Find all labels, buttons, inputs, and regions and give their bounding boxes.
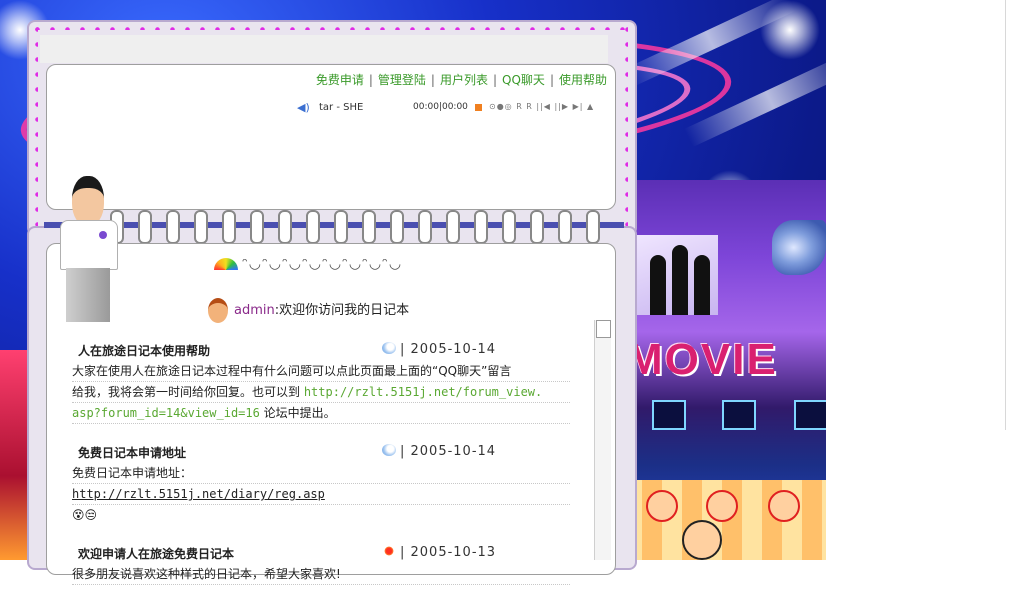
window-edge — [1005, 0, 1011, 430]
header-card: 免费申请 | 管理登陆 | 用户列表 | QQ聊天 | 使用帮助 ◀) tar - SHE 00… — [46, 64, 616, 210]
character-icon — [706, 490, 738, 522]
left-building-graphic — [0, 350, 30, 560]
post-text: 论坛中提出。 — [259, 406, 336, 420]
forum-link-continued[interactable]: asp?forum_id=14&view_id=16 — [72, 406, 260, 420]
movie-sign: MOVIE — [626, 335, 778, 384]
diary-post: 人在旅途日记本使用帮助 | 2005-10-14 大家在使用人在旅途日记本过程中… — [72, 340, 570, 424]
nav-qq-chat[interactable]: QQ聊天 — [502, 73, 545, 87]
dotted-border — [30, 22, 630, 30]
welcome-message: admin:欢迎你访问我的日记本 — [208, 298, 409, 323]
avatar-shirt — [60, 220, 118, 270]
register-link[interactable]: http://rzlt.5151j.net/diary/reg.asp — [72, 487, 325, 501]
track-time: 00:00|00:00 — [413, 102, 468, 112]
welcome-user: admin — [234, 303, 275, 318]
boy-avatar — [50, 176, 124, 324]
diary-post-list: 人在旅途日记本使用帮助 | 2005-10-14 大家在使用人在旅途日记本过程中… — [72, 340, 570, 603]
forum-link[interactable]: http://rzlt.5151j.net/forum_view. — [304, 385, 542, 399]
header-strip — [40, 35, 608, 63]
post-date: | 2005-10-13 — [400, 545, 497, 560]
nav-help[interactable]: 使用帮助 — [559, 73, 607, 87]
character-icon — [646, 490, 678, 522]
music-player: ◀) tar - SHE 00:00|00:00 ⊙●◎ R R ||◀ ||▶… — [297, 101, 597, 115]
nav-free-apply[interactable]: 免费申请 — [316, 73, 364, 87]
admin-face-icon — [208, 298, 228, 323]
shark-poster — [772, 220, 826, 275]
nav-user-list[interactable]: 用户列表 — [440, 73, 488, 87]
speaker-icon[interactable]: ◀) — [297, 101, 310, 114]
post-text: 很多朋友说喜欢这种样式的日记本，希望大家喜欢! — [72, 564, 570, 585]
track-title: tar - SHE — [319, 102, 364, 113]
top-navigation: 免费申请 | 管理登陆 | 用户列表 | QQ聊天 | 使用帮助 — [315, 73, 607, 87]
post-title[interactable]: 欢迎申请人在旅途免费日记本 — [78, 545, 234, 562]
cloud-rain-icon — [382, 342, 396, 354]
character-icon — [768, 490, 800, 522]
welcome-text: :欢迎你访问我的日记本 — [274, 303, 410, 318]
movie-theater-graphic: MOVIE — [622, 180, 826, 560]
scroll-up-arrow[interactable] — [596, 320, 611, 338]
post-date: | 2005-10-14 — [400, 342, 497, 357]
cloud-rain-icon — [382, 444, 396, 456]
screen-sign — [794, 400, 826, 430]
nav-admin-login[interactable]: 管理登陆 — [378, 73, 426, 87]
post-date: | 2005-10-14 — [400, 444, 497, 459]
post-text: 给我，我将会第一时间给你回复。也可以到 — [72, 385, 304, 399]
post-text: 大家在使用人在旅途日记本过程中有什么问题可以点此页面最上面的“QQ聊天”留言 — [72, 361, 570, 382]
avatar-head — [72, 176, 104, 226]
player-controls[interactable]: ⊙●◎ R R ||◀ ||▶ ▶| ▲ — [489, 102, 594, 111]
avatar-pants — [66, 268, 110, 322]
binder-rings — [44, 210, 624, 244]
dancers-poster — [632, 235, 718, 315]
cloud-decoration: ᵔ◡ᵔ◡ᵔ◡ᵔ◡ᵔ◡ᵔ◡ᵔ◡ᵔ◡ — [214, 256, 402, 272]
post-text: 免费日记本申请地址： — [72, 463, 570, 484]
post-title[interactable]: 人在旅途日记本使用帮助 — [78, 342, 210, 359]
emoji-faces-icon: 😵😒 — [72, 508, 98, 522]
character-icon — [682, 520, 722, 560]
content-scrollbar[interactable] — [594, 320, 611, 560]
sun-icon — [382, 545, 396, 557]
diary-post: 欢迎申请人在旅途免费日记本 | 2005-10-13 很多朋友说喜欢这种样式的日… — [72, 543, 570, 585]
screen-sign — [652, 400, 686, 430]
rainbow-icon — [214, 258, 238, 270]
spotlight — [760, 0, 820, 60]
screen-sign — [722, 400, 756, 430]
post-title[interactable]: 免费日记本申请地址 — [78, 444, 186, 461]
diary-post: 免费日记本申请地址 | 2005-10-14 免费日记本申请地址： http:/… — [72, 442, 570, 525]
stop-button[interactable] — [475, 104, 482, 111]
